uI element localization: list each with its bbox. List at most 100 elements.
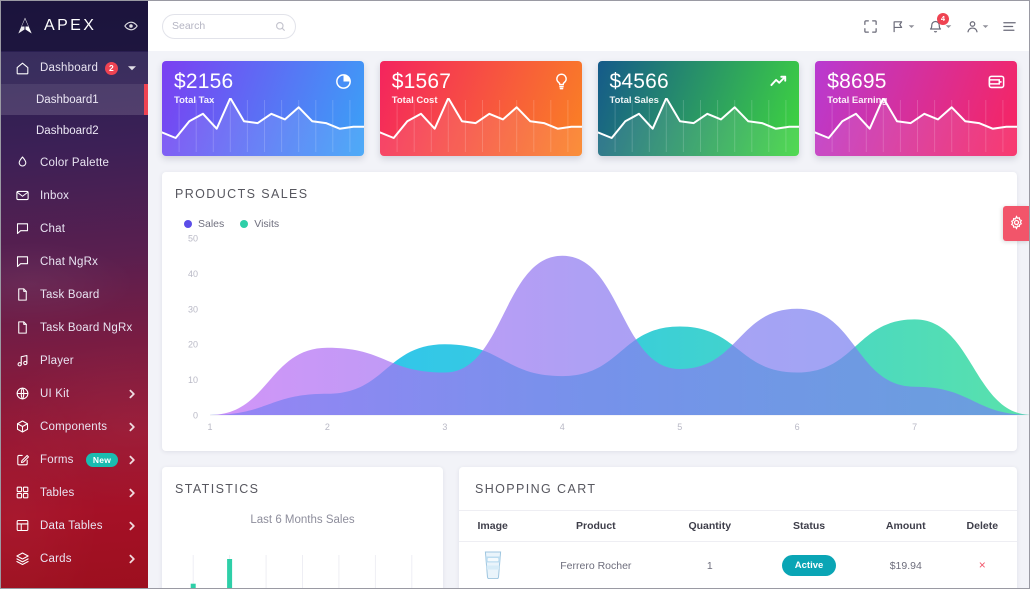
svg-text:50: 50: [188, 234, 198, 244]
stat-card-total-tax[interactable]: $2156 Total Tax: [162, 61, 364, 156]
sidebar-item-label: Player: [40, 354, 74, 367]
lightbulb-icon: [552, 72, 571, 91]
shopping-cart-title: SHOPPING CART: [475, 482, 597, 496]
sidebar-item-label: Data Tables: [40, 519, 103, 532]
chevron-right-icon: [127, 455, 137, 465]
quantity-cell: 1: [706, 559, 713, 572]
table-header-image: Image: [459, 510, 527, 542]
sidebar-item-task-board[interactable]: Task Board: [1, 278, 148, 311]
product-cup-thumbnail: [481, 549, 505, 580]
bell-icon[interactable]: 4: [928, 12, 952, 34]
sidebar-item-task-board-ngrx[interactable]: Task Board NgRx: [1, 311, 148, 344]
sidebar-brand[interactable]: APEX: [1, 1, 148, 51]
sidebar-item-data-tables[interactable]: Data Tables: [1, 509, 148, 542]
table-header-amount: Amount: [863, 510, 948, 542]
sidebar-item-forms[interactable]: Forms New: [1, 443, 148, 476]
sidebar-item-color-palette[interactable]: Color Palette: [1, 146, 148, 179]
sidebar-item-label: Chat NgRx: [40, 255, 99, 268]
stat-card-total-cost[interactable]: $1567 Total Cost: [379, 61, 582, 156]
gear-icon: [1009, 214, 1024, 233]
document-icon: [15, 287, 30, 302]
products-sales-chart: 0102030405012345678: [162, 228, 1029, 443]
svg-text:1: 1: [207, 422, 212, 432]
chevron-right-icon: [127, 488, 137, 498]
stat-cards-row: $2156 Total Tax $1567 Total Cost $4566 Total …: [162, 61, 1017, 156]
bottom-row: STATISTICS Last 6 Months Sales SHOPPING …: [162, 467, 1017, 589]
sidebar-item-label: Tables: [40, 486, 75, 499]
sidebar-badge-count: 2: [105, 61, 118, 75]
sidebar-item-cards[interactable]: Cards: [1, 542, 148, 575]
sidebar-subitem-label: Dashboard1: [36, 93, 99, 106]
products-sales-title: PRODUCTS SALES: [175, 187, 309, 201]
search-icon[interactable]: [275, 21, 286, 32]
sidebar-item-label: Task Board: [40, 288, 100, 301]
svg-text:20: 20: [188, 340, 198, 350]
table-header-quantity: Quantity: [665, 510, 755, 542]
chevron-right-icon: [127, 554, 137, 564]
product-image-cell: [459, 542, 526, 589]
top-header: 4: [148, 1, 1029, 51]
eye-icon[interactable]: [123, 19, 138, 34]
droplet-icon: [15, 155, 30, 170]
shopping-cart-panel: SHOPPING CART Image Product Quantity Status…: [459, 467, 1017, 589]
chevron-right-icon: [127, 389, 137, 399]
stat-card-label: Total Cost: [391, 95, 438, 107]
status-badge: Active: [781, 555, 837, 576]
delete-cell: ×: [948, 542, 1017, 589]
chevron-right-icon: [127, 521, 137, 531]
settings-tab-button[interactable]: [1003, 206, 1029, 241]
layers-icon: [15, 551, 30, 566]
sidebar-item-ui-kit[interactable]: UI Kit: [1, 377, 148, 410]
search-box[interactable]: [162, 13, 296, 39]
svg-text:0: 0: [193, 411, 198, 421]
sidebar-item-dashboard[interactable]: Dashboard 2: [1, 52, 148, 84]
sidebar-item-label: Color Palette: [40, 156, 110, 169]
user-icon[interactable]: [965, 19, 989, 34]
sidebar-item-player[interactable]: Player: [1, 344, 148, 377]
edit-square-icon: [15, 452, 30, 467]
cube-icon: [15, 419, 30, 434]
music-note-icon: [15, 353, 30, 368]
svg-text:7: 7: [912, 422, 917, 432]
sidebar-item-label: Cards: [40, 552, 72, 565]
table-icon: [15, 518, 30, 533]
svg-text:30: 30: [188, 304, 198, 314]
table-header-delete: Delete: [947, 510, 1017, 542]
globe-icon: [15, 386, 30, 401]
statistics-title: STATISTICS: [175, 482, 260, 496]
sidebar-item-chat-ngrx[interactable]: Chat NgRx: [1, 245, 148, 278]
svg-text:3: 3: [442, 422, 447, 432]
statistics-subtitle: Last 6 Months Sales: [250, 514, 355, 526]
sidebar-item-inbox[interactable]: Inbox: [1, 179, 148, 212]
legend-color-dot: [240, 220, 249, 228]
sidebar-item-components[interactable]: Components: [1, 410, 148, 443]
home-icon: [15, 61, 30, 76]
search-input[interactable]: [172, 20, 275, 32]
table-row: Ferrero Rocher 1 Active $19.94 ×: [459, 542, 1017, 589]
flag-icon[interactable]: [891, 19, 915, 34]
svg-text:2: 2: [325, 422, 330, 432]
wallet-icon: [987, 72, 1006, 91]
sidebar-item-label: UI Kit: [40, 387, 70, 400]
stat-card-total-sales[interactable]: $4566 Total Sales: [597, 61, 800, 156]
chevron-right-icon: [127, 422, 137, 432]
delete-row-button[interactable]: ×: [979, 558, 986, 572]
svg-text:6: 6: [795, 422, 800, 432]
sidebar-subitem-dashboard2[interactable]: Dashboard2: [1, 115, 148, 146]
sidebar-item-label: Inbox: [40, 189, 70, 202]
pie-chart-icon: [334, 72, 353, 91]
products-sales-panel: PRODUCTS SALES Sales Visits 0 10 20 30 40 50 1 2…: [162, 172, 1029, 451]
table-header-product: Product: [526, 510, 666, 542]
stat-card-total-earning[interactable]: $8695 Total Earning: [815, 61, 1017, 156]
sidebar-subitem-dashboard1[interactable]: Dashboard1: [1, 84, 148, 115]
sidebar-item-tables[interactable]: Tables: [1, 476, 148, 509]
dashboard-window: APEX Dashboard 2 Dashboard1 Dashboard2 Color…: [0, 0, 1030, 589]
sidebar-item-chat[interactable]: Chat: [1, 212, 148, 245]
sidebar-badge-new: New: [85, 452, 118, 467]
svg-text:10: 10: [188, 375, 198, 385]
fullscreen-icon[interactable]: [863, 19, 878, 34]
stat-card-value: $4566: [609, 70, 669, 93]
chat-bubble-icon: [15, 254, 30, 269]
menu-icon[interactable]: [1002, 19, 1017, 34]
legend-color-dot: [184, 220, 192, 228]
